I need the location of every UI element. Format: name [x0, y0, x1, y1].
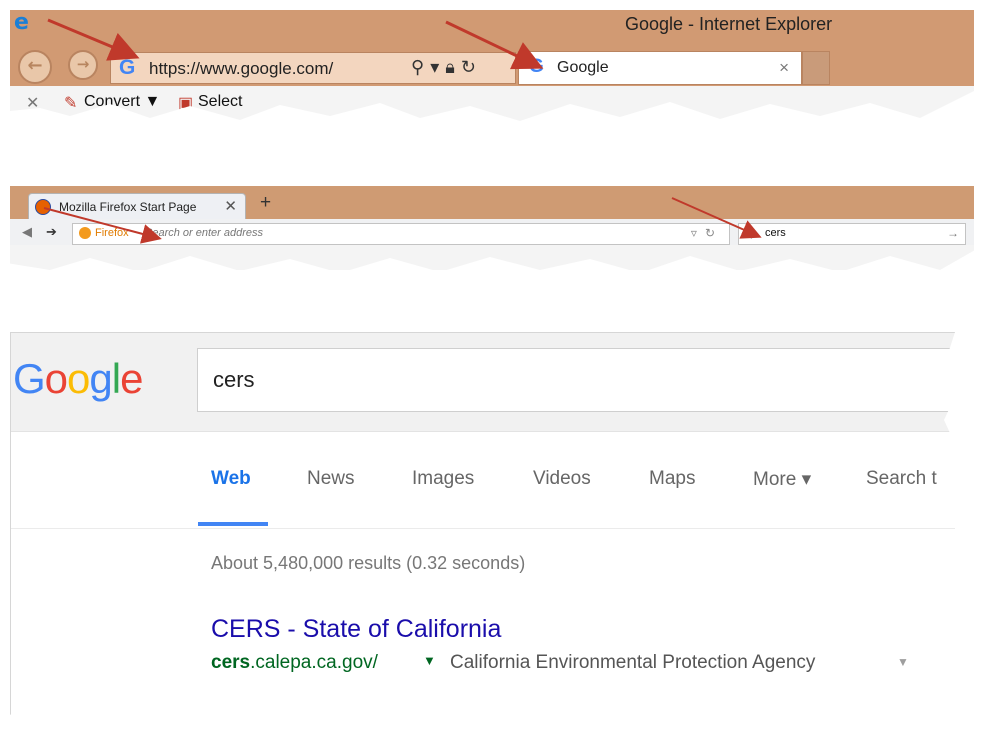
- annotation-arrow: [43, 207, 162, 244]
- annotation-arrow: [47, 18, 140, 61]
- annotation-arrow: [671, 197, 762, 239]
- annotation-arrow: [445, 20, 544, 70]
- annotation-overlay: [0, 18, 986, 730]
- torn-edge: [0, 240, 986, 300]
- torn-edge: [0, 700, 986, 730]
- torn-edge: [944, 332, 986, 700]
- torn-edge: [0, 80, 986, 140]
